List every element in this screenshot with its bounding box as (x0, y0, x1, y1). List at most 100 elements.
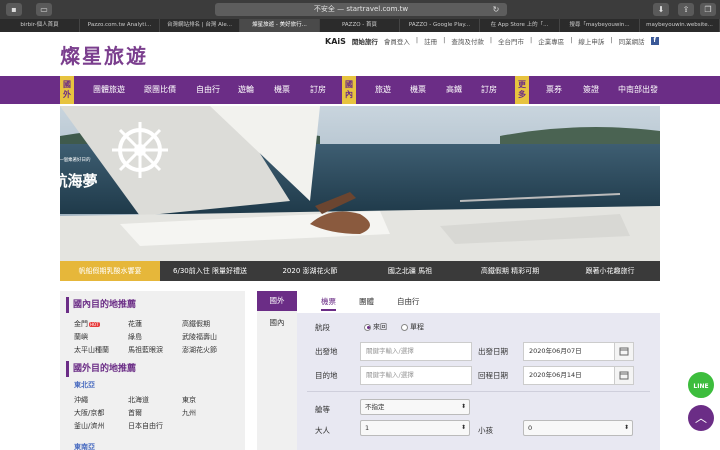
destination-link[interactable]: 金門 HOT (74, 319, 128, 329)
window-icon[interactable]: ▪ (6, 3, 22, 16)
banner-tab[interactable]: 高鐵假期 精彩可期 (460, 261, 560, 281)
divider (307, 391, 650, 392)
region-southeast-asia[interactable]: 東南亞 (74, 442, 95, 450)
destination-link[interactable]: 花蓮 (128, 319, 182, 329)
kais-logo[interactable]: KAiS (325, 37, 346, 46)
destination-link[interactable]: 沖繩 (74, 395, 128, 405)
browser-tab[interactable]: birbir-個人首頁 (0, 19, 80, 32)
nav-item[interactable]: 機票 (410, 76, 426, 104)
link-separator: | (489, 36, 493, 44)
facebook-icon[interactable]: f (650, 37, 659, 45)
browser-toolbar: ▪ ▭ 不安全 — startravel.com.tw ↻ ⬇ ⇪ ❐ (0, 0, 720, 19)
sidebar-icon[interactable]: ▭ (36, 3, 52, 16)
browser-tab[interactable]: 搜尋「maybeyouwin... (560, 19, 640, 32)
nav-item[interactable]: 跟團比價 (144, 76, 176, 104)
destination-link[interactable]: 九州 (182, 408, 242, 418)
reload-icon[interactable]: ↻ (488, 3, 504, 16)
search-side-tabs: 國外 國內 (257, 291, 297, 450)
calendar-icon[interactable] (614, 342, 634, 361)
banner-tab[interactable]: 跟著小花趣旅行 (560, 261, 660, 281)
adult-label: 大人 (315, 426, 330, 435)
dest-input[interactable]: 關鍵字輸入/選擇 (360, 366, 472, 385)
top-link[interactable]: 註冊 (424, 36, 437, 46)
destination-link[interactable]: 首爾 (128, 408, 182, 418)
share-icon[interactable]: ⇪ (678, 3, 694, 16)
nav-item[interactable]: 票券 (546, 76, 562, 104)
nav-item[interactable]: 旅遊 (375, 76, 391, 104)
browser-tab[interactable]: 燦星旅遊 - 美好旅行... (240, 19, 320, 32)
browser-tab[interactable]: PAZZO - 首頁 (320, 19, 400, 32)
destination-label: 釜山/濟州 (74, 422, 105, 430)
browser-tab[interactable]: 台灣網站排名 | 台灣 Ale... (160, 19, 240, 32)
top-link[interactable]: 同業網話 (619, 36, 645, 46)
top-link[interactable]: 企業專區 (538, 36, 564, 46)
trip-label: 航段 (315, 323, 330, 332)
top-link[interactable]: 全台門市 (498, 36, 524, 46)
nav-group-tag: 國內 (342, 76, 356, 104)
download-icon[interactable]: ⬇ (653, 3, 669, 16)
tabs-overview-icon[interactable]: ❐ (700, 3, 716, 16)
select-arrow-icon: ⬍ (460, 424, 466, 431)
nav-item[interactable]: 機票 (274, 76, 290, 104)
class-select[interactable]: 不指定 ⬍ (360, 399, 470, 415)
destination-link[interactable]: 太平山種蘭 (74, 345, 128, 355)
flight-search-form: 機票 團體 自由行 航段 來回 單程 出發地 關鍵字輸入/選擇 出發日期 202… (297, 291, 660, 450)
line-chat-button[interactable]: LINE (686, 370, 716, 400)
destination-link[interactable]: 綠島 (128, 332, 182, 342)
tab-fit[interactable]: 自由行 (397, 296, 420, 307)
destination-link[interactable]: 高鐵假期 (182, 319, 242, 329)
nav-item[interactable]: 簽證 (583, 76, 599, 104)
destination-link[interactable]: 馬祖藍眼淚 (128, 345, 182, 355)
address-bar[interactable]: 不安全 — startravel.com.tw (215, 3, 507, 16)
top-link[interactable]: 會員登入 (384, 36, 410, 46)
depart-input[interactable]: 關鍵字輸入/選擇 (360, 342, 472, 361)
return-date-input[interactable]: 2020年06月14日 (523, 366, 619, 385)
destination-link[interactable]: 武陵福壽山 (182, 332, 242, 342)
depart-date-input[interactable]: 2020年06月07日 (523, 342, 619, 361)
calendar-icon[interactable] (614, 366, 634, 385)
browser-tab[interactable]: PAZZO - Google Play... (400, 19, 480, 32)
child-select[interactable]: 0 ⬍ (523, 420, 633, 436)
nav-item[interactable]: 訂房 (481, 76, 497, 104)
foreign-list: 沖繩 北海道 東京大阪/京都 首爾 九州釜山/濟州 日本自由行 (74, 395, 242, 431)
banner-tab[interactable]: 2020 澎湖花火節 (260, 261, 360, 281)
tab-foreign[interactable]: 國外 (257, 291, 297, 311)
nav-item[interactable]: 團體旅遊 (93, 76, 125, 104)
class-label: 艙等 (315, 405, 330, 414)
radio-roundtrip[interactable]: 來回 (364, 322, 387, 332)
tab-group[interactable]: 團體 (359, 296, 374, 307)
radio-oneway[interactable]: 單程 (401, 322, 424, 332)
tab-domestic[interactable]: 國內 (257, 313, 297, 333)
browser-tab[interactable]: maybeyouwin.website... (640, 19, 720, 32)
site-logo[interactable]: 燦星旅遊 (60, 40, 148, 69)
banner-tab[interactable]: 6/30前入住 限量好禮送 (160, 261, 260, 281)
banner-tab[interactable]: 帆船假期乳酸水饗宴 (60, 261, 160, 281)
destination-link[interactable]: 大阪/京都 (74, 408, 128, 418)
nav-item[interactable]: 遊輪 (238, 76, 254, 104)
region-northeast-asia[interactable]: 東北亞 (74, 380, 95, 390)
back-to-top-button[interactable]: ︿ (688, 405, 714, 431)
destination-link[interactable]: 釜山/濟州 (74, 421, 128, 431)
nav-item[interactable]: 中南部出發 (618, 76, 658, 104)
return-date-label: 回程日期 (478, 371, 508, 380)
destination-label: 花蓮 (128, 320, 142, 328)
select-arrow-icon: ⬍ (460, 403, 466, 410)
nav-item[interactable]: 自由行 (196, 76, 220, 104)
tab-flight[interactable]: 機票 (321, 296, 336, 311)
nav-item[interactable]: 高鐵 (446, 76, 462, 104)
destination-link[interactable]: 北海道 (128, 395, 182, 405)
browser-tab[interactable]: Pazzo.com.tw Analyti... (80, 19, 160, 32)
browser-tab[interactable]: 在 App Store 上的「... (480, 19, 560, 32)
hero-banner[interactable] (60, 106, 660, 261)
top-link[interactable]: 查詢及付款 (451, 36, 484, 46)
adult-select[interactable]: 1 ⬍ (360, 420, 470, 436)
domestic-list: 金門 HOT 花蓮 高鐵假期蘭嶼 綠島 武陵福壽山太平山種蘭 馬祖藍眼淚 澎湖花火節 (74, 319, 242, 355)
browser-tab-bar: birbir-個人首頁 Pazzo.com.tw Analyti... 台灣網站排名… (0, 19, 720, 32)
destination-link[interactable]: 東京 (182, 395, 242, 405)
destination-link[interactable]: 日本自由行 (128, 421, 182, 431)
nav-item[interactable]: 訂房 (310, 76, 326, 104)
destination-link[interactable]: 蘭嶼 (74, 332, 128, 342)
banner-tab[interactable]: 國之北疆 馬祖 (360, 261, 460, 281)
top-link[interactable]: 線上申訴 (578, 36, 604, 46)
destination-link[interactable]: 澎湖花火節 (182, 345, 242, 355)
